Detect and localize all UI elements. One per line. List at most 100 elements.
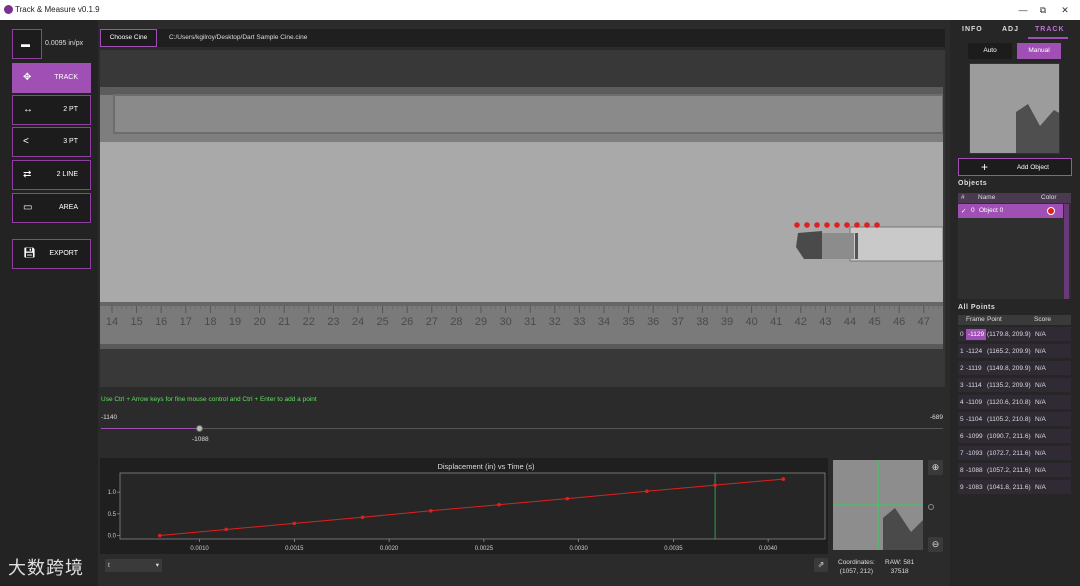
ruler-label: 30 — [499, 316, 511, 328]
tracked-point — [804, 222, 810, 228]
raw-label: RAW: 581 — [885, 559, 915, 566]
data-point — [360, 515, 365, 520]
ruler-label: 45 — [868, 316, 880, 328]
ruler-label: 32 — [549, 316, 561, 328]
choose-cine-button[interactable]: Choose Cine — [100, 29, 157, 47]
zoom-out-icon: ⊖ — [931, 539, 940, 549]
point-row[interactable]: 3 -1114 (1135.2, 209.9) N/A — [958, 378, 1071, 392]
x-tick-label: 0.0015 — [285, 546, 304, 552]
point-score: N/A — [1035, 331, 1046, 338]
point-row[interactable]: 0 -1129 (1179.8, 209.9) N/A — [958, 327, 1071, 341]
point-idx: 3 — [960, 382, 964, 389]
point-row[interactable]: 7 -1093 (1072.7, 211.6) N/A — [958, 446, 1071, 460]
point-row[interactable]: 5 -1104 (1105.2, 210.8) N/A — [958, 412, 1071, 426]
auto-mode-button[interactable]: Auto — [968, 43, 1012, 59]
ruler-label: 28 — [450, 316, 462, 328]
ruler-label: 25 — [376, 316, 388, 328]
area-button[interactable]: ▭ AREA — [12, 193, 91, 223]
window-title: Track & Measure v0.1.9 — [15, 5, 100, 14]
video-frame[interactable]: 14 15 16 17 18 19 20 21 22 23 24 25 26 27 28 29 30 31 32 33… — [100, 87, 943, 349]
ruler-label: 47 — [918, 316, 930, 328]
ruler-label: 41 — [770, 316, 782, 328]
zoom-preview-image — [833, 460, 923, 550]
point-point: (1135.2, 209.9) — [987, 382, 1031, 389]
point-row[interactable]: 2 -1119 (1149.8, 209.9) N/A — [958, 361, 1071, 375]
export-label: EXPORT — [49, 250, 78, 257]
frame-slider-thumb[interactable] — [196, 425, 203, 432]
scale-button[interactable]: ▬ — [12, 29, 42, 59]
title-bar: Track & Measure v0.1.9 — ⧉ ✕ — [0, 0, 1080, 20]
ruler-label: 18 — [204, 316, 216, 328]
tab-track[interactable]: TRACK — [1035, 26, 1065, 33]
three-point-button[interactable]: < 3 PT — [12, 127, 91, 157]
close-button[interactable]: ✕ — [1058, 3, 1072, 17]
x-tick-label: 0.0035 — [664, 546, 683, 552]
point-point: (1105.2, 210.8) — [987, 416, 1031, 423]
angle-icon: < — [23, 136, 29, 147]
objects-col-num: # — [961, 194, 965, 201]
data-point — [713, 483, 717, 487]
ruler-label: 42 — [795, 316, 807, 328]
tracked-point — [854, 222, 860, 228]
minimize-button[interactable]: — — [1016, 3, 1030, 17]
ruler-label: 24 — [352, 316, 364, 328]
points-col-point: Point — [987, 316, 1002, 323]
area-label: AREA — [58, 204, 78, 211]
point-idx: 1 — [960, 348, 964, 355]
external-link-icon: ⇗ — [817, 560, 825, 569]
point-row[interactable]: 1 -1124 (1165.2, 209.9) N/A — [958, 344, 1071, 358]
two-line-button[interactable]: ⇄ 2 LINE — [12, 160, 91, 190]
two-line-icon: ⇄ — [23, 169, 32, 180]
active-tab-indicator — [1028, 37, 1068, 39]
frame-slider-track[interactable] — [101, 428, 943, 429]
track-button-label: TRACK — [54, 74, 78, 81]
point-point: (1149.8, 209.9) — [987, 365, 1031, 372]
ruler-label: 21 — [278, 316, 290, 328]
tracked-point — [864, 222, 870, 228]
object-checkbox[interactable]: ✓ — [961, 207, 966, 215]
file-path: C:/Users/kgilroy/Desktop/Dart Sample Cin… — [169, 34, 308, 41]
ruler-label: 16 — [155, 316, 167, 328]
point-idx: 8 — [960, 467, 964, 474]
save-icon: 💾︎ — [23, 248, 36, 259]
two-point-button[interactable]: ↔ 2 PT — [12, 95, 91, 125]
data-point — [429, 508, 433, 513]
tab-adj[interactable]: ADJ — [1002, 26, 1019, 33]
objects-scrollbar[interactable] — [1064, 204, 1069, 299]
point-frame: -1129 — [966, 329, 987, 340]
restore-button[interactable]: ⧉ — [1036, 3, 1050, 17]
point-idx: 2 — [960, 365, 964, 372]
ruler-label: 37 — [672, 316, 684, 328]
track-template-preview — [969, 63, 1060, 154]
point-point: (1179.8, 209.9) — [987, 331, 1031, 338]
tracked-point — [794, 222, 800, 228]
point-row[interactable]: 9 -1083 (1041.8, 211.6) N/A — [958, 480, 1071, 494]
manual-mode-button[interactable]: Manual — [1017, 43, 1061, 59]
zoom-in-icon: ⊕ — [931, 462, 940, 472]
ruler-label: 33 — [573, 316, 585, 328]
point-frame: -1124 — [966, 348, 983, 355]
y-tick-label: 0.5 — [108, 512, 117, 518]
point-row[interactable]: 4 -1109 (1120.6, 210.8) N/A — [958, 395, 1071, 409]
zoom-out-button[interactable]: ⊖ — [928, 537, 943, 552]
ruler-label: 15 — [130, 316, 142, 328]
tracked-point — [814, 222, 820, 228]
plus-icon: + — [981, 160, 989, 174]
object-color-swatch[interactable] — [1047, 207, 1055, 215]
point-row[interactable]: 6 -1099 (1090.7, 211.6) N/A — [958, 429, 1071, 443]
track-button[interactable]: ✥ TRACK — [12, 63, 91, 93]
point-row[interactable]: 8 -1088 (1057.2, 211.6) N/A — [958, 463, 1071, 477]
point-score: N/A — [1035, 467, 1046, 474]
zoom-slider-thumb[interactable] — [928, 504, 934, 510]
open-external-button[interactable]: ⇗ — [814, 558, 828, 572]
tab-info[interactable]: INFO — [962, 26, 983, 33]
plot-axis-select[interactable]: t ▾ — [105, 559, 162, 572]
point-frame: -1088 — [966, 467, 983, 474]
points-col-score: Score — [1034, 316, 1051, 323]
ruler-label: 44 — [844, 316, 856, 328]
export-button[interactable]: 💾︎ EXPORT — [12, 239, 91, 269]
ruler-icon: ▬ — [21, 39, 30, 49]
add-object-button[interactable]: + Add Object — [958, 158, 1072, 176]
displacement-chart[interactable]: Displacement (in) vs Time (s) 0.0010 0.00… — [100, 458, 828, 554]
zoom-in-button[interactable]: ⊕ — [928, 460, 943, 475]
